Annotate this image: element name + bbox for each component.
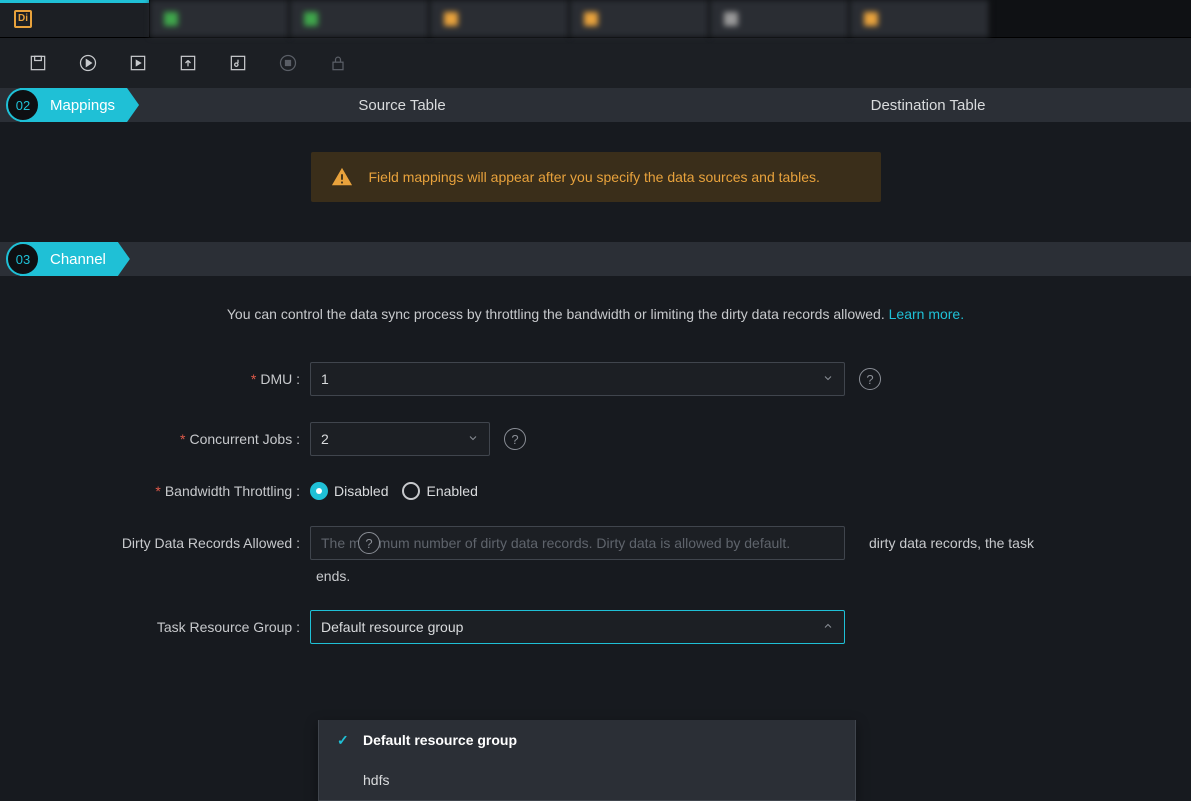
chevron-down-icon (467, 431, 479, 447)
concurrent-select[interactable]: 2 (310, 422, 490, 456)
dmu-select[interactable]: 1 (310, 362, 845, 396)
tab-strip: Di (0, 0, 1191, 38)
dmu-label: *DMU : (0, 371, 310, 387)
lock-icon[interactable] (328, 53, 348, 73)
toolbar (0, 38, 1191, 88)
submit-icon[interactable] (178, 53, 198, 73)
dirty-suffix: dirty data records, the task (869, 535, 1034, 551)
concurrent-label: *Concurrent Jobs : (0, 431, 310, 447)
tab[interactable] (430, 0, 570, 37)
tab[interactable] (290, 0, 430, 37)
channel-description: You can control the data sync process by… (0, 306, 1191, 322)
warning-icon (331, 166, 353, 188)
help-icon[interactable]: ? (504, 428, 526, 450)
tab-active[interactable]: Di (0, 0, 150, 37)
resource-option-default[interactable]: Default resource group (319, 720, 855, 760)
run-icon[interactable] (78, 53, 98, 73)
section-num: 03 (6, 242, 40, 276)
resource-option-hdfs[interactable]: hdfs (319, 760, 855, 800)
help-icon[interactable]: ? (358, 532, 380, 554)
run-config-icon[interactable] (128, 53, 148, 73)
chevron-up-icon (822, 619, 834, 635)
tab[interactable] (850, 0, 990, 37)
mappings-warning: Field mappings will appear after you spe… (311, 152, 881, 202)
resource-dropdown-panel: Default resource group hdfs (318, 720, 856, 801)
mappings-col-destination: Destination Table (665, 97, 1191, 114)
throttling-label: *Bandwidth Throttling : (0, 483, 310, 499)
section-mappings-header: 02 Mappings Source Table Destination Tab… (0, 88, 1191, 122)
deploy-icon[interactable] (228, 53, 248, 73)
section-channel-header: 03 Channel (0, 242, 1191, 276)
mappings-col-source: Source Table (139, 97, 665, 114)
tab[interactable] (150, 0, 290, 37)
tab[interactable] (570, 0, 710, 37)
stop-icon[interactable] (278, 53, 298, 73)
dirty-records-input[interactable] (310, 526, 845, 560)
warning-text: Field mappings will appear after you spe… (369, 169, 820, 185)
app-logo-icon: Di (14, 10, 32, 28)
section-num: 02 (6, 88, 40, 122)
resource-select[interactable]: Default resource group (310, 610, 845, 644)
dirty-label: Dirty Data Records Allowed : (0, 535, 310, 551)
throttling-enabled-radio[interactable]: Enabled (402, 482, 477, 500)
resource-label: Task Resource Group : (0, 619, 310, 635)
learn-more-link[interactable]: Learn more. (889, 306, 964, 322)
throttling-disabled-radio[interactable]: Disabled (310, 482, 388, 500)
dirty-suffix-2: ends. (310, 568, 1191, 584)
save-icon[interactable] (28, 53, 48, 73)
chevron-down-icon (822, 371, 834, 387)
tab[interactable] (710, 0, 850, 37)
help-icon[interactable]: ? (859, 368, 881, 390)
